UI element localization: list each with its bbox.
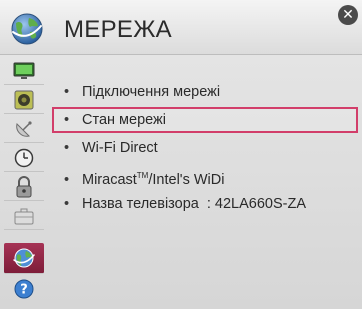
sidebar-item-picture[interactable]	[4, 57, 44, 85]
header: МЕРЕЖА ✕	[0, 0, 362, 55]
menu-item-miracast[interactable]: • MiracastTM/Intel's WiDi	[52, 163, 358, 189]
menu-item-label: Miracast	[82, 171, 137, 188]
sidebar-item-channel[interactable]	[4, 115, 44, 143]
menu-item-tv-name[interactable]: • Назва телевізора : 42LA660S-ZA	[52, 191, 358, 217]
sidebar-item-lock[interactable]	[4, 173, 44, 201]
picture-icon	[13, 62, 35, 79]
lock-icon	[16, 175, 32, 197]
menu-item-label: Підключення мережі	[82, 84, 221, 100]
channel-dish-icon	[16, 120, 32, 137]
page-title: МЕРЕЖА	[64, 16, 172, 43]
network-settings-panel: МЕРЕЖА ✕ ? • Підключення мережі • Стан м…	[0, 0, 362, 309]
sound-icon	[14, 90, 34, 109]
bullet: •	[64, 84, 70, 100]
bullet: •	[64, 140, 70, 156]
menu-item-label-suffix: /Intel's WiDi	[148, 171, 225, 188]
sidebar-item-option[interactable]	[4, 202, 44, 230]
network-icon	[13, 248, 35, 268]
sidebar-item-sound[interactable]	[4, 86, 44, 114]
sidebar: ?	[4, 57, 44, 305]
close-icon[interactable]: ✕	[338, 5, 358, 25]
sidebar-item-support[interactable]: ?	[4, 275, 44, 302]
menu-item-label: Wi-Fi Direct	[82, 140, 158, 156]
bullet: •	[64, 171, 70, 188]
bullet: •	[64, 196, 70, 212]
bullet: •	[64, 112, 70, 128]
menu-item-wifi-direct[interactable]: • Wi-Fi Direct	[52, 135, 358, 161]
menu-item-label: Назва телевізора	[82, 196, 199, 212]
clock-icon	[14, 148, 34, 167]
support-icon: ?	[14, 279, 34, 298]
sidebar-item-time[interactable]	[4, 144, 44, 172]
menu-item-network-status[interactable]: • Стан мережі	[52, 107, 358, 133]
trademark-mark: TM	[136, 171, 149, 180]
tv-name-value: : 42LA660S-ZA	[206, 196, 306, 212]
menu-item-label: Стан мережі	[82, 112, 166, 128]
sidebar-item-network[interactable]	[4, 243, 44, 274]
network-globe-icon	[11, 13, 43, 45]
options-case-icon	[14, 208, 34, 224]
svg-text:?: ?	[20, 282, 28, 297]
menu-item-network-connection[interactable]: • Підключення мережі	[52, 79, 358, 105]
